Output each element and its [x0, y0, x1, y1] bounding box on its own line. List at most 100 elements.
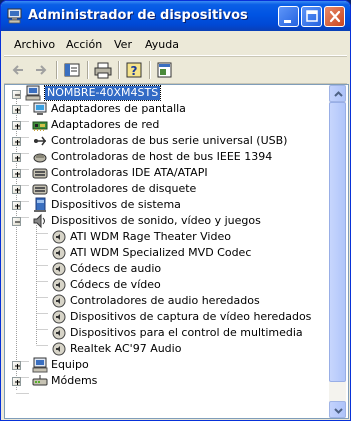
- tree-tail-category-0-toggle[interactable]: [12, 361, 21, 370]
- plus-icon: [15, 124, 20, 129]
- help-icon: ?: [126, 62, 142, 78]
- minus-icon: [15, 221, 20, 223]
- minimize-icon: [284, 20, 291, 23]
- plus-icon: [15, 188, 20, 193]
- audio-driver-icon: [52, 326, 66, 340]
- device-tree[interactable]: NOMBRE-40XM4STS Adaptadores de pantalla A…: [4, 84, 349, 419]
- chevron-down-icon: [334, 408, 343, 414]
- collapse-root-toggle[interactable]: [12, 90, 21, 99]
- back-button[interactable]: [8, 60, 30, 80]
- computer-icon: [25, 85, 41, 101]
- tree-item-label: Módems: [51, 374, 98, 387]
- chevron-up-icon: [334, 91, 343, 97]
- toolbar-separator: [87, 61, 89, 79]
- plus-icon: [15, 108, 20, 113]
- audio-driver-icon: [52, 294, 66, 308]
- tree-item-label: Dispositivos de sonido, vídeo y juegos: [51, 214, 261, 227]
- tree-category-4-toggle[interactable]: [12, 169, 21, 178]
- print-icon: [94, 62, 112, 79]
- menu-ver[interactable]: Ver: [114, 38, 132, 51]
- close-button[interactable]: [324, 6, 345, 27]
- tree-category-0-toggle[interactable]: [12, 105, 21, 114]
- tree-item-label: Controladores de disquete: [51, 182, 197, 195]
- device-manager-window: Administrador de dispositivos Archivo Ac…: [0, 0, 351, 421]
- tree-category-6-toggle[interactable]: [12, 201, 21, 210]
- system-device-icon: [34, 197, 46, 212]
- svg-text:?: ?: [131, 64, 138, 78]
- plus-icon: [15, 156, 20, 161]
- tree-item-label: Equipo: [51, 358, 89, 371]
- scroll-thumb[interactable]: [329, 102, 346, 382]
- title-bar[interactable]: Administrador de dispositivos: [1, 1, 350, 31]
- modem-icon: [32, 375, 48, 386]
- tree-item-label: Adaptadores de pantalla: [51, 102, 186, 115]
- plus-icon: [15, 364, 20, 369]
- audio-driver-icon: [52, 230, 66, 244]
- network-adapter-icon: [32, 121, 48, 131]
- root-label: NOMBRE-40XM4STS: [43, 85, 162, 101]
- tree-item-label: Dispositivos de sistema: [51, 198, 181, 211]
- menu-bar: Archivo Acción Ver Ayuda: [4, 33, 347, 56]
- tree-tail-category-1-toggle[interactable]: [12, 377, 21, 386]
- scroll-down-button[interactable]: [329, 401, 346, 418]
- plus-icon: [15, 204, 20, 209]
- tree-item-label: Realtek AC'97 Audio: [70, 342, 182, 355]
- tree-category-3-toggle[interactable]: [12, 153, 21, 162]
- toolbar-separator: [118, 61, 120, 79]
- properties-button[interactable]: [154, 60, 176, 80]
- audio-driver-icon: [52, 278, 66, 292]
- tree-category-7-toggle[interactable]: [12, 217, 21, 226]
- floppy-controller-icon: [32, 184, 48, 195]
- tree-item-label: Dispositivos de captura de vídeo heredad…: [70, 310, 312, 323]
- menu-archivo[interactable]: Archivo: [14, 38, 55, 51]
- display-adapter-icon: [33, 102, 47, 115]
- close-icon: [329, 10, 341, 23]
- tree-item-label: Códecs de audio: [70, 262, 162, 275]
- usb-icon: [34, 136, 46, 146]
- console-tree-button[interactable]: [61, 60, 83, 80]
- properties-icon: [157, 62, 172, 78]
- tree-item-label: Códecs de vídeo: [70, 278, 161, 291]
- audio-driver-icon: [52, 262, 66, 276]
- tree-item-label: Dispositivos para el control de multimed…: [70, 326, 303, 339]
- forward-button[interactable]: [30, 60, 52, 80]
- tree-category-5-toggle[interactable]: [12, 185, 21, 194]
- audio-driver-icon: [52, 342, 66, 356]
- plus-icon: [15, 380, 20, 385]
- minimize-button[interactable]: [278, 6, 299, 27]
- scroll-up-button[interactable]: [329, 85, 346, 102]
- console-tree-icon: [64, 63, 80, 77]
- ide-controller-icon: [32, 168, 48, 179]
- plus-icon: [15, 172, 20, 177]
- tree-item-label: Controladores de audio heredados: [70, 294, 260, 307]
- tree-item-label: Controladoras de bus serie universal (US…: [51, 134, 288, 147]
- toolbar: ?: [4, 56, 347, 84]
- tree-item-label: Controladoras IDE ATA/ATAPI: [51, 166, 208, 179]
- minus-icon: [15, 94, 20, 96]
- toolbar-separator: [56, 61, 58, 79]
- maximize-button[interactable]: [301, 6, 322, 27]
- print-button[interactable]: [92, 60, 114, 80]
- tree-item-label: Adaptadores de red: [51, 118, 160, 131]
- vertical-scrollbar[interactable]: [329, 85, 346, 418]
- back-arrow-icon: [12, 65, 23, 75]
- audio-driver-icon: [52, 246, 66, 260]
- ieee1394-icon: [33, 153, 47, 163]
- tree-item-label: Controladoras de host de bus IEEE 1394: [51, 150, 273, 163]
- tree-item-label: ATI WDM Specialized MVD Codec: [70, 246, 252, 259]
- plus-icon: [15, 140, 20, 145]
- help-button[interactable]: ?: [123, 60, 145, 80]
- window-title: Administrador de dispositivos: [28, 8, 248, 23]
- maximize-icon: [306, 10, 318, 22]
- menu-accion[interactable]: Acción: [66, 38, 102, 51]
- sound-device-icon: [33, 213, 45, 229]
- tree-category-1-toggle[interactable]: [12, 121, 21, 130]
- tree-item-label: ATI WDM Rage Theater Video: [70, 230, 231, 243]
- toolbar-separator: [149, 61, 151, 79]
- menu-ayuda[interactable]: Ayuda: [145, 38, 179, 51]
- audio-driver-icon: [52, 310, 66, 324]
- computer-icon: [32, 357, 48, 373]
- tree-category-2-toggle[interactable]: [12, 137, 21, 146]
- forward-arrow-icon: [36, 65, 47, 75]
- device-manager-icon: [6, 7, 24, 25]
